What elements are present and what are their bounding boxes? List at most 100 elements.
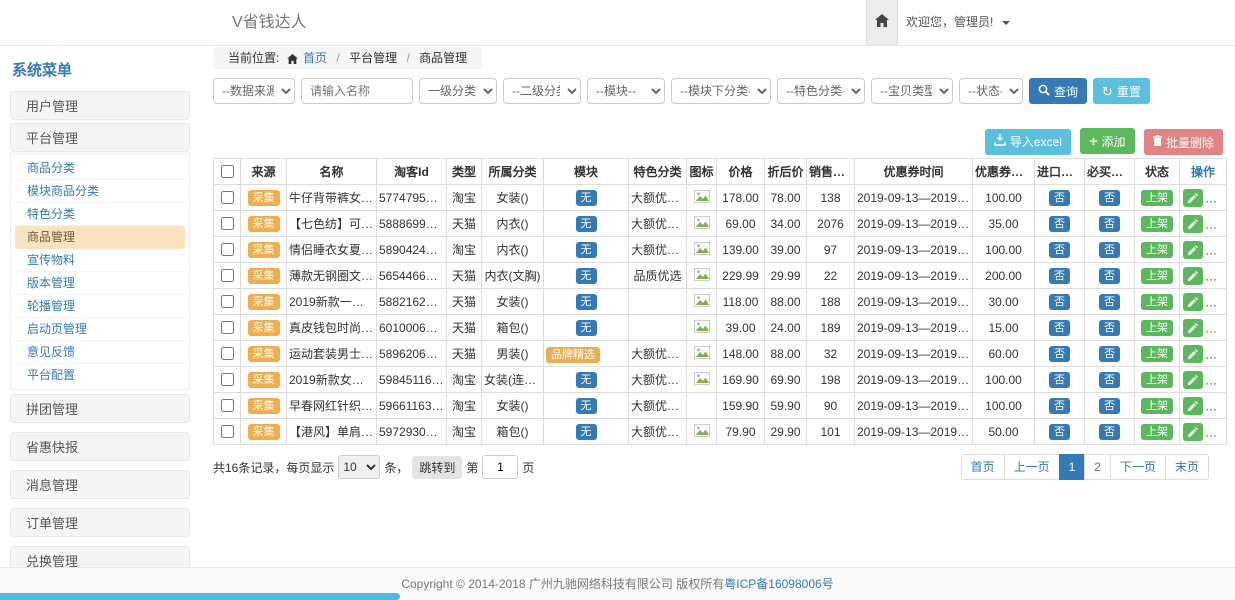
edit-button[interactable] (1183, 345, 1203, 363)
page-button-下一页[interactable]: 下一页 (1110, 454, 1166, 480)
sidebar-item-商品管理[interactable]: 商品管理 (15, 226, 185, 249)
discount-price-cell: 34.00 (765, 211, 807, 237)
row-checkbox[interactable] (221, 191, 234, 204)
page-button-首页[interactable]: 首页 (961, 454, 1005, 480)
page-button-1[interactable]: 1 (1059, 454, 1086, 480)
edit-button[interactable] (1183, 215, 1203, 233)
import-excel-button[interactable]: 导入excel (985, 129, 1071, 155)
sidebar-item-平台配置[interactable]: 平台配置 (15, 364, 185, 386)
status-badge[interactable]: 上架 (1141, 320, 1173, 336)
horizontal-scrollbar-thumb[interactable] (0, 593, 400, 600)
select-all-checkbox[interactable] (221, 165, 234, 178)
sidebar-item-特色分类[interactable]: 特色分类 (15, 203, 185, 226)
row-checkbox[interactable] (221, 373, 234, 386)
must-buy-toggle[interactable]: 否 (1099, 294, 1120, 310)
status-badge[interactable]: 上架 (1141, 424, 1173, 440)
edit-button[interactable] (1183, 397, 1203, 415)
home-button[interactable] (866, 0, 898, 45)
filter-select-二级分类[interactable]: --二级分类-- (503, 78, 581, 104)
sidebar-item-模块商品分类[interactable]: 模块商品分类 (15, 180, 185, 203)
row-checkbox[interactable] (221, 295, 234, 308)
filter-select-状态[interactable]: --状态-- (959, 78, 1023, 104)
import-flag-toggle[interactable]: 否 (1049, 320, 1070, 336)
page-button-末页[interactable]: 末页 (1165, 454, 1209, 480)
sidebar-section-平台管理[interactable]: 平台管理 (10, 123, 190, 152)
edit-button[interactable] (1183, 189, 1203, 207)
filter-select-特色分类[interactable]: --特色分类-- (777, 78, 865, 104)
must-buy-toggle[interactable]: 否 (1099, 216, 1120, 232)
status-badge[interactable]: 上架 (1141, 372, 1173, 388)
sidebar-item-商品分类[interactable]: 商品分类 (15, 157, 185, 180)
import-flag-toggle[interactable]: 否 (1049, 398, 1070, 414)
table-row: 采集早春网红针织外套女春...596611634525淘宝女装()无大额优惠券1… (214, 393, 1227, 419)
status-badge[interactable]: 上架 (1141, 190, 1173, 206)
edit-button[interactable] (1183, 423, 1203, 441)
module-cell: 品牌精选爱上运动 (544, 341, 629, 367)
sidebar-section-消息管理[interactable]: 消息管理 (10, 470, 190, 499)
status-badge[interactable]: 上架 (1141, 268, 1173, 284)
row-checkbox[interactable] (221, 347, 234, 360)
must-buy-toggle[interactable]: 否 (1099, 268, 1120, 284)
sidebar-section-拼团管理[interactable]: 拼团管理 (10, 394, 190, 423)
row-checkbox[interactable] (221, 425, 234, 438)
add-button[interactable]: + 添加 (1080, 128, 1134, 154)
sidebar-item-宣传物料[interactable]: 宣传物料 (15, 249, 185, 272)
row-checkbox[interactable] (221, 399, 234, 412)
must-buy-toggle[interactable]: 否 (1099, 346, 1120, 362)
must-buy-toggle[interactable]: 否 (1099, 398, 1120, 414)
sidebar-item-版本管理[interactable]: 版本管理 (15, 272, 185, 295)
sidebar-item-意见反馈[interactable]: 意见反馈 (15, 341, 185, 364)
jump-button[interactable]: 跳转到 (412, 456, 462, 479)
module-badge: 无 (576, 294, 597, 310)
sidebar-section-订单管理[interactable]: 订单管理 (10, 508, 190, 537)
filter-select-模块[interactable]: --模块-- (587, 78, 665, 104)
filter-select-一级分类[interactable]: 一级分类 (419, 78, 497, 104)
must-buy-toggle[interactable]: 否 (1099, 372, 1120, 388)
batch-delete-button[interactable]: 批量删除 (1144, 129, 1223, 155)
status-badge[interactable]: 上架 (1141, 242, 1173, 258)
import-flag-toggle[interactable]: 否 (1049, 346, 1070, 362)
edit-button[interactable] (1183, 267, 1203, 285)
row-checkbox[interactable] (221, 269, 234, 282)
must-buy-toggle[interactable]: 否 (1099, 424, 1120, 440)
page-number-input[interactable] (482, 455, 518, 479)
per-page-select[interactable]: 10 (338, 455, 380, 479)
page-button-2[interactable]: 2 (1084, 454, 1111, 480)
status-badge[interactable]: 上架 (1141, 346, 1173, 362)
import-flag-toggle[interactable]: 否 (1049, 268, 1070, 284)
edit-button[interactable] (1183, 241, 1203, 259)
row-checkbox[interactable] (221, 321, 234, 334)
page-button-上一页[interactable]: 上一页 (1004, 454, 1060, 480)
status-badge[interactable]: 上架 (1141, 294, 1173, 310)
icp-link[interactable]: 粤ICP备16098006号 (724, 577, 833, 591)
filter-select-宝贝类型[interactable]: --宝贝类型-- (871, 78, 953, 104)
sidebar-item-轮播管理[interactable]: 轮播管理 (15, 295, 185, 318)
edit-button[interactable] (1183, 293, 1203, 311)
breadcrumb-home-link[interactable]: 首页 (303, 51, 327, 65)
row-checkbox[interactable] (221, 243, 234, 256)
import-flag-toggle[interactable]: 否 (1049, 294, 1070, 310)
edit-button[interactable] (1183, 319, 1203, 337)
edit-button[interactable] (1183, 371, 1203, 389)
sidebar-section-省惠快报[interactable]: 省惠快报 (10, 432, 190, 461)
must-buy-toggle[interactable]: 否 (1099, 242, 1120, 258)
must-buy-toggle[interactable]: 否 (1099, 320, 1120, 336)
search-button[interactable]: 查询 (1029, 78, 1087, 104)
must-buy-toggle[interactable]: 否 (1099, 190, 1120, 206)
import-flag-toggle[interactable]: 否 (1049, 190, 1070, 206)
import-flag-toggle[interactable]: 否 (1049, 424, 1070, 440)
row-checkbox[interactable] (221, 217, 234, 230)
user-menu[interactable]: 欢迎您，管理员! (906, 0, 1010, 45)
sidebar-section-用户管理[interactable]: 用户管理 (10, 91, 190, 120)
status-badge[interactable]: 上架 (1141, 216, 1173, 232)
filter-select-模块下分类[interactable]: --模块下分类-- (671, 78, 771, 104)
import-flag-toggle[interactable]: 否 (1049, 242, 1070, 258)
sidebar-item-启动页管理[interactable]: 启动页管理 (15, 318, 185, 341)
import-flag-toggle[interactable]: 否 (1049, 216, 1070, 232)
import-flag-toggle[interactable]: 否 (1049, 372, 1070, 388)
filter-select-数据来源[interactable]: --数据来源-- (213, 78, 295, 104)
reset-button[interactable]: ↻ 重置 (1093, 78, 1150, 104)
select-all-header-cell (214, 159, 241, 185)
status-badge[interactable]: 上架 (1141, 398, 1173, 414)
name-input[interactable] (301, 78, 413, 104)
